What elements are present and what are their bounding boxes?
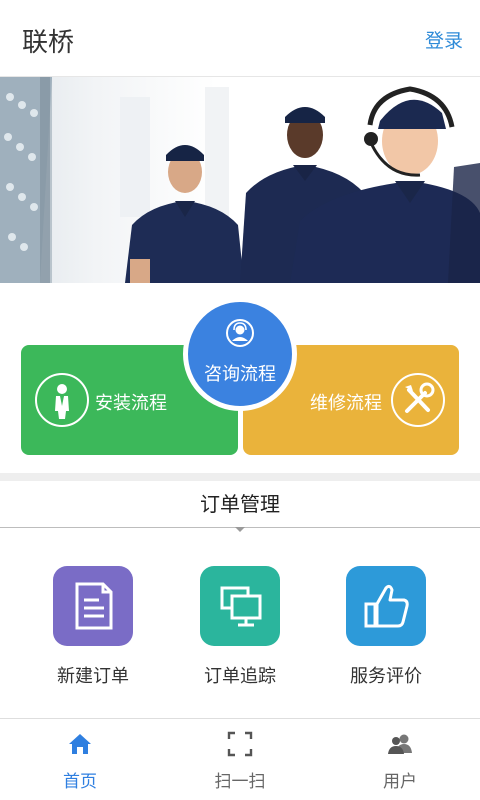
consult-process-button[interactable]: 咨询流程 bbox=[183, 297, 297, 411]
caret-down-icon bbox=[235, 527, 245, 532]
tab-user[interactable]: 用户 bbox=[320, 719, 480, 800]
new-order-button[interactable]: 新建订单 bbox=[43, 566, 143, 696]
tab-home[interactable]: 首页 bbox=[0, 719, 160, 800]
service-rating-button[interactable]: 服务评价 bbox=[336, 566, 436, 696]
banner-illustration bbox=[0, 77, 480, 283]
user-group-icon bbox=[388, 734, 412, 754]
app-title: 联桥 bbox=[22, 28, 75, 58]
consult-process-label: 咨询流程 bbox=[204, 364, 276, 385]
document-icon bbox=[53, 566, 133, 646]
monitor-icon bbox=[200, 566, 280, 646]
repair-process-label: 维修流程 bbox=[310, 393, 382, 414]
hero-banner[interactable] bbox=[0, 77, 480, 283]
person-icon bbox=[35, 373, 89, 427]
install-process-label: 安装流程 bbox=[95, 393, 167, 414]
section-divider bbox=[0, 473, 480, 481]
app-header: 联桥 登录 bbox=[0, 0, 480, 77]
order-tracking-label: 订单追踪 bbox=[204, 666, 276, 687]
tab-home-label: 首页 bbox=[63, 772, 97, 792]
tab-user-label: 用户 bbox=[383, 772, 417, 792]
home-icon bbox=[69, 734, 91, 754]
process-section: 安装流程 维修流程 咨询流程 bbox=[0, 283, 480, 473]
service-rating-label: 服务评价 bbox=[350, 666, 422, 687]
tab-scan[interactable]: 扫一扫 bbox=[160, 719, 320, 800]
thumbs-up-icon bbox=[346, 566, 426, 646]
order-section-title: 订单管理 bbox=[200, 492, 280, 516]
tab-scan-label: 扫一扫 bbox=[214, 772, 266, 792]
order-tracking-button[interactable]: 订单追踪 bbox=[190, 566, 290, 696]
tools-icon bbox=[391, 373, 445, 427]
login-link[interactable]: 登录 bbox=[425, 26, 463, 53]
new-order-label: 新建订单 bbox=[57, 666, 129, 687]
bottom-tab-bar: 首页 扫一扫 用户 bbox=[0, 718, 480, 800]
scan-icon bbox=[227, 731, 253, 757]
headset-user-icon bbox=[226, 319, 254, 347]
